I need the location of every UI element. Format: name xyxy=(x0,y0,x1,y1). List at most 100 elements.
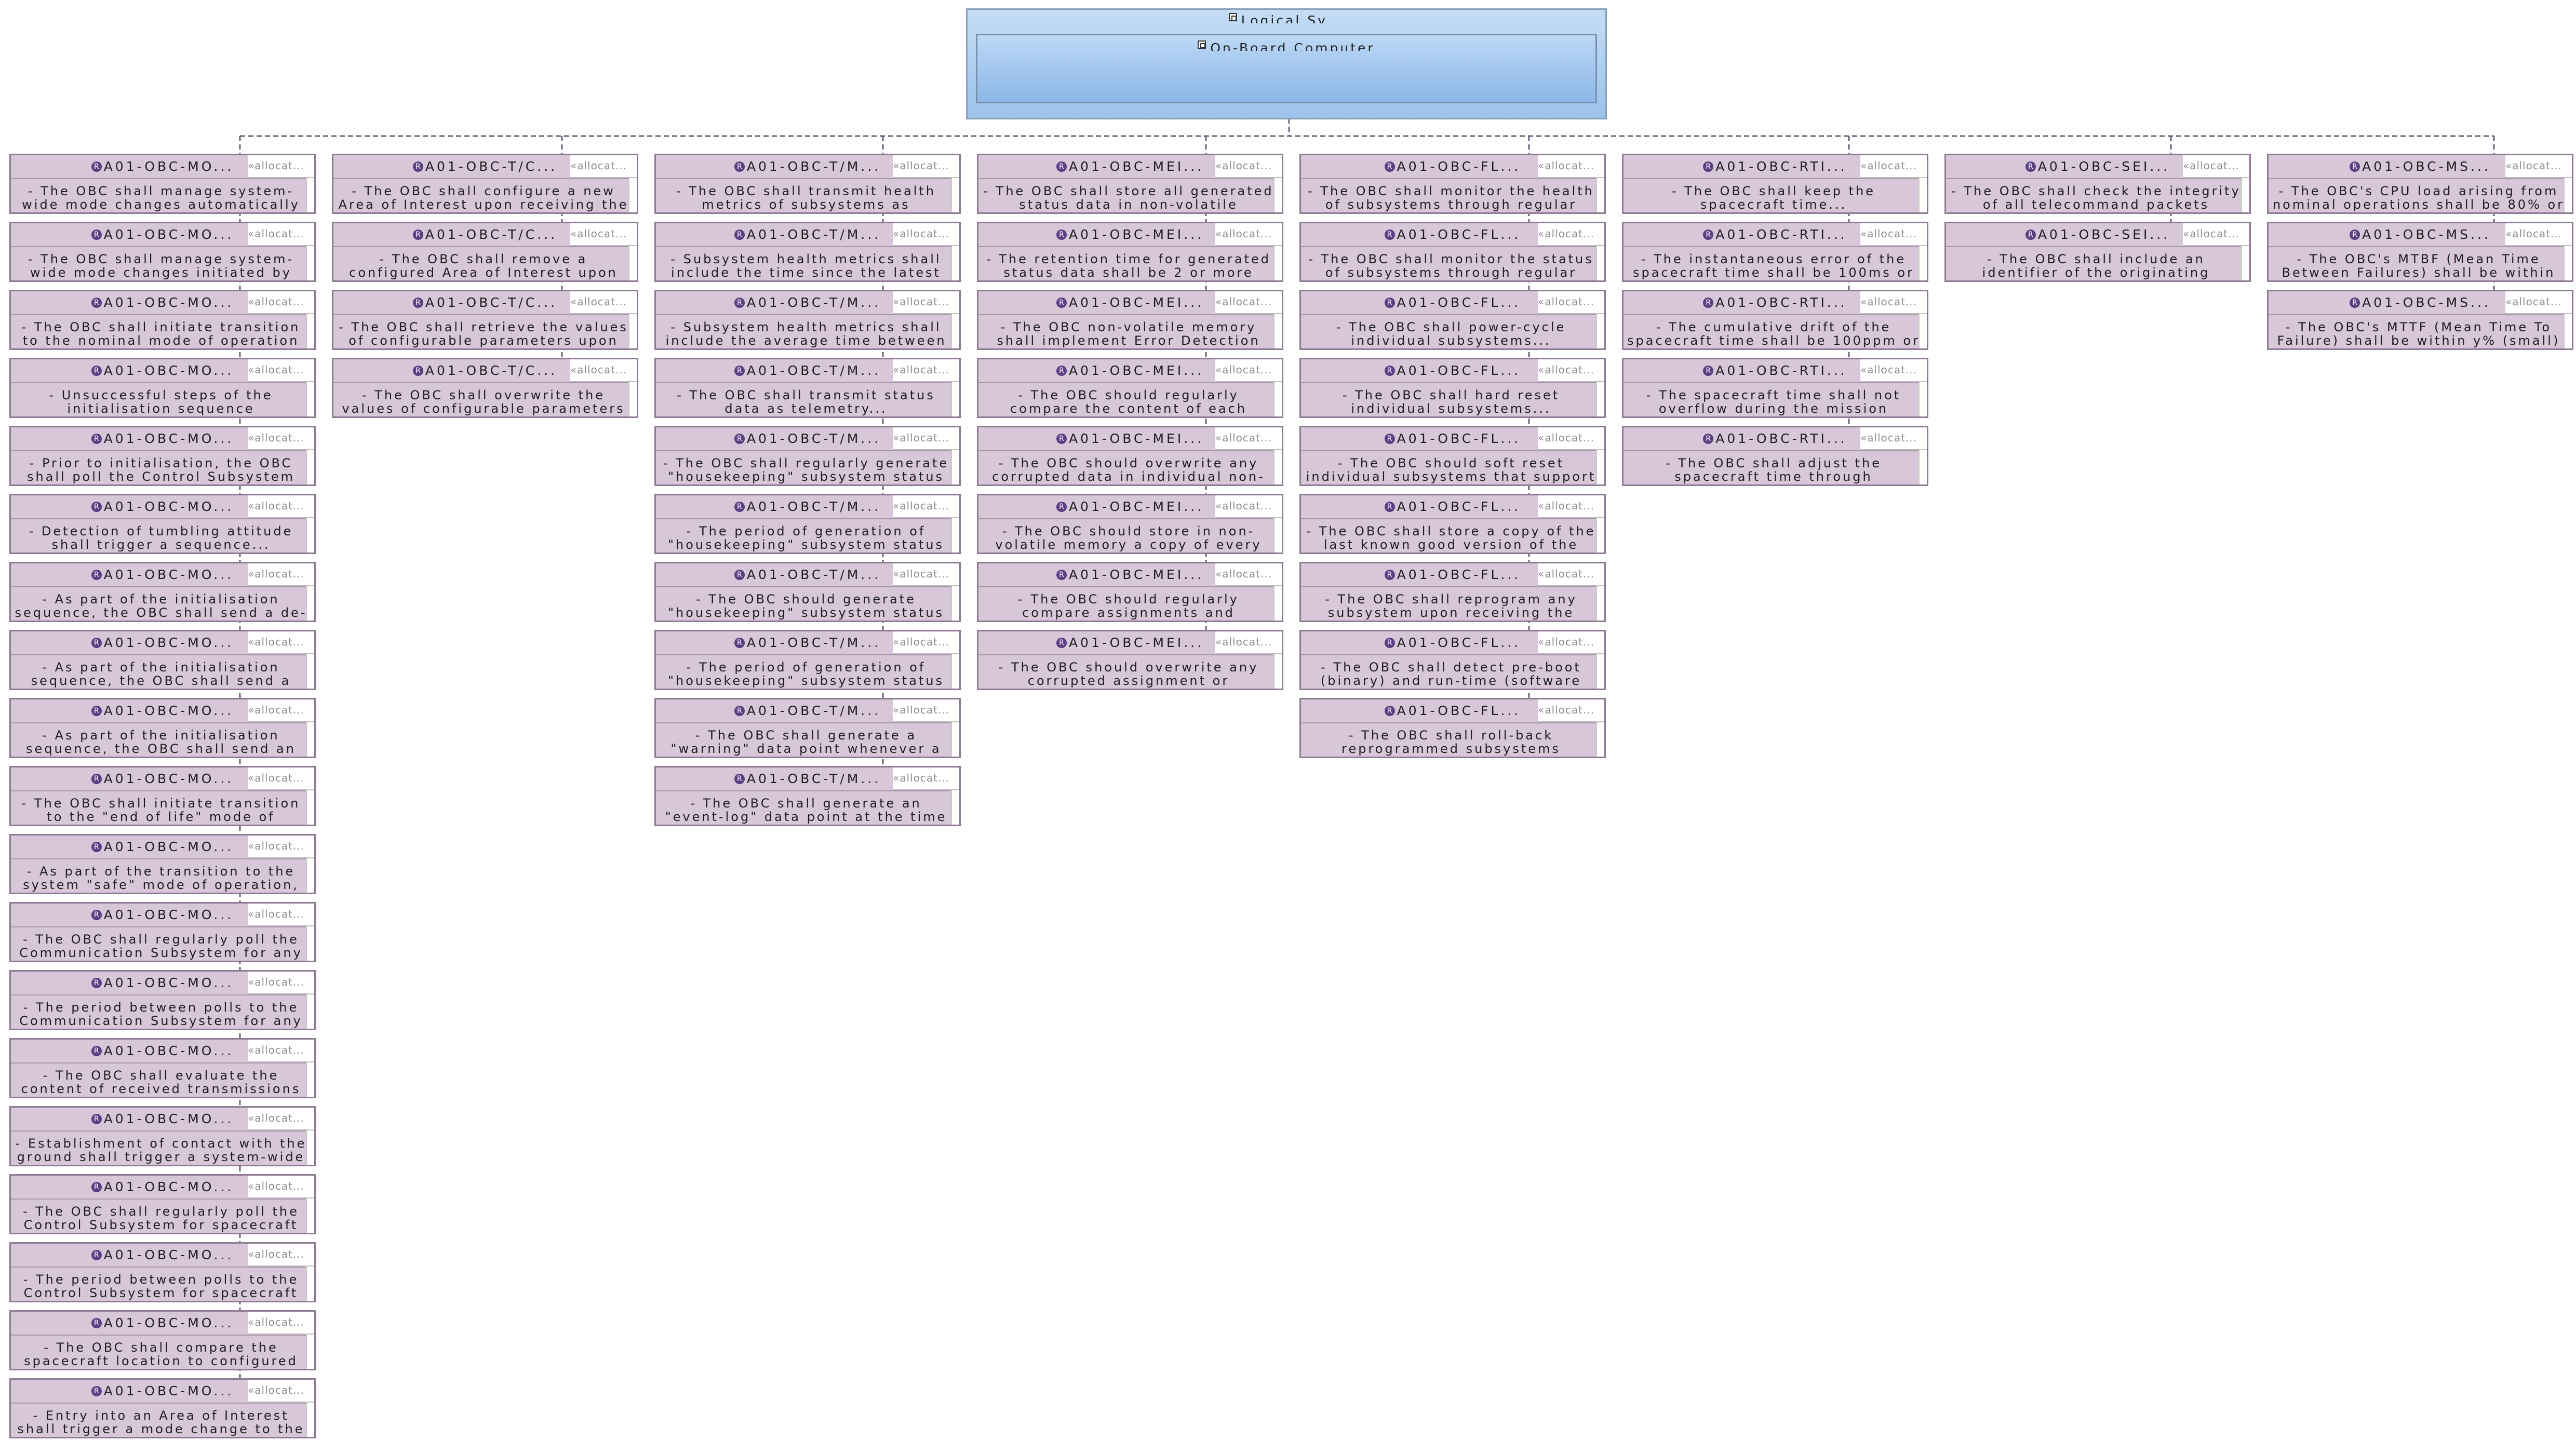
requirement-scrollbar[interactable] xyxy=(1273,654,1282,689)
requirement-box[interactable]: R A01-OBC-T/M... «allocat... - The period o… xyxy=(654,630,961,690)
requirement-box[interactable]: R A01-OBC-MEI... «allocat... - The OBC shou… xyxy=(977,562,1283,622)
requirement-scrollbar[interactable] xyxy=(2241,178,2249,212)
requirement-scrollbar[interactable] xyxy=(1596,450,1604,484)
requirement-scrollbar[interactable] xyxy=(1596,722,1604,757)
requirement-scrollbar[interactable] xyxy=(1273,314,1282,348)
requirement-scrollbar[interactable] xyxy=(306,314,314,348)
requirement-box[interactable]: R A01-OBC-T/M... «allocat... - The OBC shal… xyxy=(654,154,961,214)
requirement-box[interactable]: R A01-OBC-MEI... «allocat... - The OBC shou… xyxy=(977,358,1283,418)
requirement-box[interactable]: R A01-OBC-RTI... «allocat... - The instanta… xyxy=(1622,222,1928,282)
requirement-box[interactable]: R A01-OBC-MO... «allocat... - Detection of … xyxy=(9,494,316,554)
requirement-scrollbar[interactable] xyxy=(951,178,959,212)
requirement-box[interactable]: R A01-OBC-MO... «allocat... - As part of th… xyxy=(9,562,316,622)
requirement-box[interactable]: R A01-OBC-SEI... «allocat... - The OBC shal… xyxy=(1944,222,2251,282)
requirement-scrollbar[interactable] xyxy=(951,382,959,416)
requirement-box[interactable]: R A01-OBC-MO... «allocat... - The OBC shall… xyxy=(9,902,316,962)
requirement-box[interactable]: R A01-OBC-FL... «allocat... - The OBC shall… xyxy=(1299,562,1606,622)
requirement-scrollbar[interactable] xyxy=(1273,518,1282,553)
requirement-box[interactable]: R A01-OBC-MO... «allocat... - The OBC shall… xyxy=(9,1174,316,1234)
requirement-scrollbar[interactable] xyxy=(306,654,314,689)
requirement-scrollbar[interactable] xyxy=(951,722,959,757)
requirement-box[interactable]: R A01-OBC-MO... «allocat... - The period be… xyxy=(9,1242,316,1302)
requirement-box[interactable]: R A01-OBC-MO... «allocat... - The OBC shall… xyxy=(9,222,316,282)
requirement-scrollbar[interactable] xyxy=(1918,246,1927,280)
requirement-box[interactable]: R A01-OBC-T/M... «allocat... - The OBC shou… xyxy=(654,562,961,622)
requirement-scrollbar[interactable] xyxy=(1918,314,1927,348)
requirement-box[interactable]: R A01-OBC-MO... «allocat... - Unsuccessful … xyxy=(9,358,316,418)
requirement-box[interactable]: R A01-OBC-RTI... «allocat... - The cumulati… xyxy=(1622,290,1928,350)
requirement-scrollbar[interactable] xyxy=(951,246,959,280)
requirement-scrollbar[interactable] xyxy=(306,858,314,893)
requirement-scrollbar[interactable] xyxy=(306,1130,314,1165)
requirement-scrollbar[interactable] xyxy=(951,790,959,825)
requirement-box[interactable]: R A01-OBC-FL... «allocat... - The OBC shall… xyxy=(1299,290,1606,350)
requirement-box[interactable]: R A01-OBC-MS... «allocat... - The OBC's MTT… xyxy=(2267,290,2573,350)
requirement-box[interactable]: R A01-OBC-MO... «allocat... - The OBC shall… xyxy=(9,1310,316,1370)
requirement-scrollbar[interactable] xyxy=(1596,518,1604,553)
requirement-box[interactable]: R A01-OBC-FL... «allocat... - The OBC shall… xyxy=(1299,630,1606,690)
requirement-scrollbar[interactable] xyxy=(1596,246,1604,280)
requirement-scrollbar[interactable] xyxy=(306,1335,314,1369)
requirement-scrollbar[interactable] xyxy=(306,246,314,280)
requirement-box[interactable]: R A01-OBC-T/C... «allocat... - The OBC shal… xyxy=(332,154,638,214)
requirement-scrollbar[interactable] xyxy=(1596,586,1604,621)
requirement-box[interactable]: R A01-OBC-MEI... «allocat... - The OBC shou… xyxy=(977,494,1283,554)
requirement-scrollbar[interactable] xyxy=(1918,382,1927,416)
requirement-scrollbar[interactable] xyxy=(306,178,314,212)
requirement-scrollbar[interactable] xyxy=(951,654,959,689)
requirement-box[interactable]: R A01-OBC-MEI... «allocat... - The OBC shou… xyxy=(977,630,1283,690)
requirement-box[interactable]: R A01-OBC-MO... «allocat... - The OBC shall… xyxy=(9,290,316,350)
requirement-box[interactable]: R A01-OBC-MO... «allocat... - As part of th… xyxy=(9,834,316,894)
logical-system-block[interactable]: Logical Sy... On-Board Computer xyxy=(966,8,1607,119)
requirement-scrollbar[interactable] xyxy=(1273,586,1282,621)
requirement-scrollbar[interactable] xyxy=(1273,450,1282,484)
requirement-scrollbar[interactable] xyxy=(1596,654,1604,689)
requirement-box[interactable]: R A01-OBC-T/M... «allocat... - The OBC shal… xyxy=(654,426,961,486)
requirement-scrollbar[interactable] xyxy=(951,450,959,484)
requirement-box[interactable]: R A01-OBC-T/M... «allocat... - Subsystem he… xyxy=(654,290,961,350)
requirement-box[interactable]: R A01-OBC-FL... «allocat... - The OBC shall… xyxy=(1299,698,1606,758)
requirement-box[interactable]: R A01-OBC-SEI... «allocat... - The OBC shal… xyxy=(1944,154,2251,214)
requirement-scrollbar[interactable] xyxy=(306,994,314,1029)
requirement-scrollbar[interactable] xyxy=(628,178,637,212)
requirement-scrollbar[interactable] xyxy=(1273,382,1282,416)
requirement-box[interactable]: R A01-OBC-T/M... «allocat... - Subsystem he… xyxy=(654,222,961,282)
requirement-scrollbar[interactable] xyxy=(2564,178,2572,212)
requirement-scrollbar[interactable] xyxy=(1596,314,1604,348)
requirement-scrollbar[interactable] xyxy=(306,790,314,825)
requirement-scrollbar[interactable] xyxy=(1918,450,1927,484)
requirement-box[interactable]: R A01-OBC-MO... «allocat... - Prior to init… xyxy=(9,426,316,486)
requirement-scrollbar[interactable] xyxy=(306,586,314,621)
requirement-scrollbar[interactable] xyxy=(2564,314,2572,348)
requirement-box[interactable]: R A01-OBC-FL... «allocat... - The OBC shall… xyxy=(1299,154,1606,214)
requirement-box[interactable]: R A01-OBC-MEI... «allocat... - The OBC shal… xyxy=(977,154,1283,214)
requirement-box[interactable]: R A01-OBC-T/C... «allocat... - The OBC shal… xyxy=(332,290,638,350)
on-board-computer-block[interactable]: On-Board Computer xyxy=(976,34,1597,103)
requirement-box[interactable]: R A01-OBC-MS... «allocat... - The OBC's CPU… xyxy=(2267,154,2573,214)
requirement-scrollbar[interactable] xyxy=(306,926,314,961)
requirement-scrollbar[interactable] xyxy=(1918,178,1927,212)
requirement-box[interactable]: R A01-OBC-MEI... «allocat... - The OBC non-… xyxy=(977,290,1283,350)
requirement-box[interactable]: R A01-OBC-T/M... «allocat... - The OBC shal… xyxy=(654,358,961,418)
requirement-scrollbar[interactable] xyxy=(951,314,959,348)
requirement-scrollbar[interactable] xyxy=(1596,382,1604,416)
requirement-box[interactable]: R A01-OBC-FL... «allocat... - The OBC shall… xyxy=(1299,222,1606,282)
requirement-box[interactable]: R A01-OBC-FL... «allocat... - The OBC shall… xyxy=(1299,494,1606,554)
requirement-box[interactable]: R A01-OBC-MO... «allocat... - As part of th… xyxy=(9,630,316,690)
requirement-box[interactable]: R A01-OBC-T/M... «allocat... - The period o… xyxy=(654,494,961,554)
requirement-box[interactable]: R A01-OBC-MO... «allocat... - The OBC shall… xyxy=(9,766,316,826)
requirement-scrollbar[interactable] xyxy=(306,382,314,416)
requirement-scrollbar[interactable] xyxy=(306,722,314,757)
requirement-box[interactable]: R A01-OBC-MO... «allocat... - The period be… xyxy=(9,970,316,1030)
requirement-scrollbar[interactable] xyxy=(306,1062,314,1097)
requirement-box[interactable]: R A01-OBC-MO... «allocat... - As part of th… xyxy=(9,698,316,758)
requirement-scrollbar[interactable] xyxy=(306,518,314,553)
requirement-scrollbar[interactable] xyxy=(1596,178,1604,212)
requirement-box[interactable]: R A01-OBC-MS... «allocat... - The OBC's MTB… xyxy=(2267,222,2573,282)
requirement-scrollbar[interactable] xyxy=(306,1198,314,1233)
requirement-scrollbar[interactable] xyxy=(2241,246,2249,280)
requirement-box[interactable]: R A01-OBC-T/C... «allocat... - The OBC shal… xyxy=(332,358,638,418)
requirement-box[interactable]: R A01-OBC-T/C... «allocat... - The OBC shal… xyxy=(332,222,638,282)
requirement-box[interactable]: R A01-OBC-MO... «allocat... - Entry into an… xyxy=(9,1378,316,1438)
requirement-scrollbar[interactable] xyxy=(951,518,959,553)
